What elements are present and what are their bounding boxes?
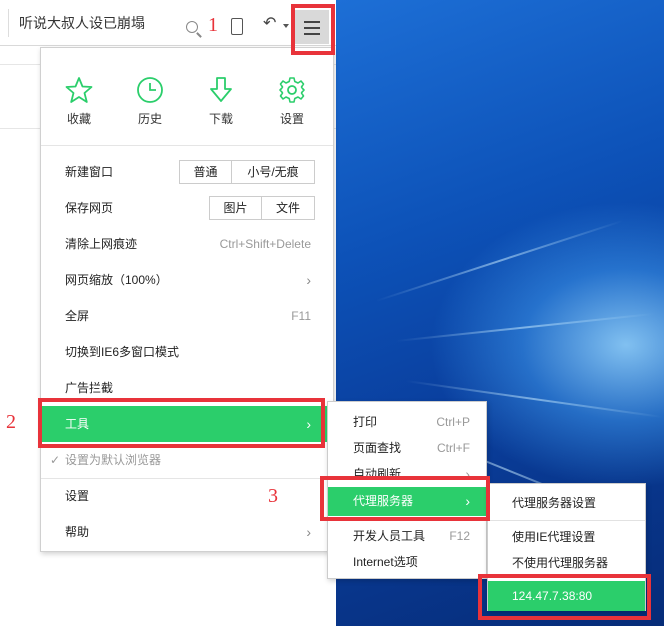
fullscreen-label: 全屏 [65,309,90,323]
no-proxy-label: 不使用代理服务器 [512,556,609,570]
ad-block-item[interactable]: 广告拦截 [41,370,333,406]
no-proxy-item[interactable]: 不使用代理服务器 [488,548,645,578]
use-ie-proxy-label: 使用IE代理设置 [512,530,596,544]
main-menu-button[interactable] [295,10,329,44]
proxy-server-item[interactable]: 代理服务器 › [328,487,486,516]
fullscreen-shortcut: F11 [291,309,311,323]
gear-icon [279,77,305,103]
help-item[interactable]: 帮助 › [41,514,333,550]
chevron-right-icon: › [465,493,470,509]
checkmark-icon: ✓ [50,453,61,467]
chevron-right-icon: › [306,524,311,540]
fullscreen-item[interactable]: 全屏 F11 [41,298,333,334]
main-menu: 收藏 历史 下载 设置 新建窗口 普通 小号/无痕 保存网页 图片 文件 清除上… [40,47,334,552]
save-as-image-button[interactable]: 图片 [210,197,262,219]
proxy-address-item[interactable]: 124.47.7.38:80 [488,581,645,611]
settings-item[interactable]: 设置 [41,478,333,514]
settings-quick-label: 设置 [279,112,304,126]
download-label: 下载 [208,112,233,126]
menu-divider [488,520,645,521]
chevron-right-icon: › [306,272,311,288]
download-icon [210,77,232,102]
tablet-icon[interactable] [231,18,243,35]
hamburger-icon [304,21,320,23]
auto-refresh-item[interactable]: 自动刷新 › [328,460,486,488]
clock-icon [137,77,163,103]
chevron-right-icon: › [465,466,470,482]
new-window-incognito-button[interactable]: 小号/无痕 [232,161,314,183]
ie6-mode-item[interactable]: 切换到IE6多窗口模式 [41,334,333,370]
settings-quick-button[interactable]: 设置 [264,76,320,127]
browser-toolbar: 听说大叔人设已崩塌 ↶ [0,0,336,46]
tools-label: 工具 [65,417,90,431]
internet-options-label: Internet选项 [353,555,418,569]
search-icon[interactable] [186,21,198,33]
tools-submenu: 打印 Ctrl+P 页面查找 Ctrl+F 自动刷新 › 代理服务器 › 开发人… [327,401,487,579]
find-item[interactable]: 页面查找 Ctrl+F [328,434,486,462]
auto-refresh-label: 自动刷新 [353,467,402,481]
favorites-label: 收藏 [66,112,91,126]
history-label: 历史 [137,112,162,126]
zoom-item[interactable]: 网页缩放（100%） › [41,262,333,298]
find-label: 页面查找 [353,441,402,455]
dev-tools-item[interactable]: 开发人员工具 F12 [328,522,486,550]
find-shortcut: Ctrl+F [437,441,470,455]
zoom-label: 网页缩放（100%） [65,273,168,287]
clear-history-label: 清除上网痕迹 [65,237,138,251]
ie6-mode-label: 切换到IE6多窗口模式 [65,345,180,359]
proxy-settings-item[interactable]: 代理服务器设置 [488,488,645,518]
history-button[interactable]: 历史 [122,76,178,127]
new-window-item: 新建窗口 普通 小号/无痕 [41,154,333,190]
annotation-number-1: 1 [208,14,218,36]
dev-tools-shortcut: F12 [449,529,470,543]
tools-item[interactable]: 工具 › [41,406,333,442]
star-icon [65,77,93,103]
favorites-button[interactable]: 收藏 [51,76,107,127]
save-as-file-button[interactable]: 文件 [262,197,314,219]
hamburger-line [304,33,320,35]
ad-block-label: 广告拦截 [65,381,114,395]
hamburger-line [304,27,320,29]
dev-tools-label: 开发人员工具 [353,529,426,543]
screenshot-root: 听说大叔人设已崩塌 ↶ 收藏 历史 下载 设置 新建窗口 普通 小号/无痕 保存… [0,0,664,626]
chevron-down-icon[interactable] [283,24,289,28]
new-window-label: 新建窗口 [65,165,114,179]
clear-history-shortcut: Ctrl+Shift+Delete [219,237,311,251]
proxy-address-label: 124.47.7.38:80 [512,589,593,603]
proxy-server-label: 代理服务器 [353,494,414,508]
address-bar[interactable]: 听说大叔人设已崩塌 [8,9,208,37]
annotation-number-2: 2 [6,411,16,433]
save-page-item: 保存网页 图片 文件 [41,190,333,226]
proxy-submenu: 代理服务器设置 使用IE代理设置 不使用代理服务器 124.47.7.38:80 [487,483,646,611]
print-item[interactable]: 打印 Ctrl+P [328,408,486,436]
chevron-right-icon: › [306,416,311,432]
download-button[interactable]: 下载 [193,76,249,127]
undo-icon[interactable]: ↶ [263,16,276,32]
annotation-number-3: 3 [268,485,278,507]
proxy-settings-label: 代理服务器设置 [512,496,597,510]
clear-history-item[interactable]: 清除上网痕迹 Ctrl+Shift+Delete [41,226,333,262]
internet-options-item[interactable]: Internet选项 [328,548,486,576]
default-browser-item: ✓ 设置为默认浏览器 [41,442,333,478]
settings-label: 设置 [65,489,90,503]
print-shortcut: Ctrl+P [436,415,470,429]
new-window-options: 普通 小号/无痕 [179,160,315,184]
help-label: 帮助 [65,525,90,539]
new-window-normal-button[interactable]: 普通 [180,161,232,183]
save-page-label: 保存网页 [65,201,114,215]
menu-divider [41,145,333,146]
default-browser-label: 设置为默认浏览器 [65,453,162,467]
save-page-options: 图片 文件 [209,196,315,220]
print-label: 打印 [353,415,378,429]
